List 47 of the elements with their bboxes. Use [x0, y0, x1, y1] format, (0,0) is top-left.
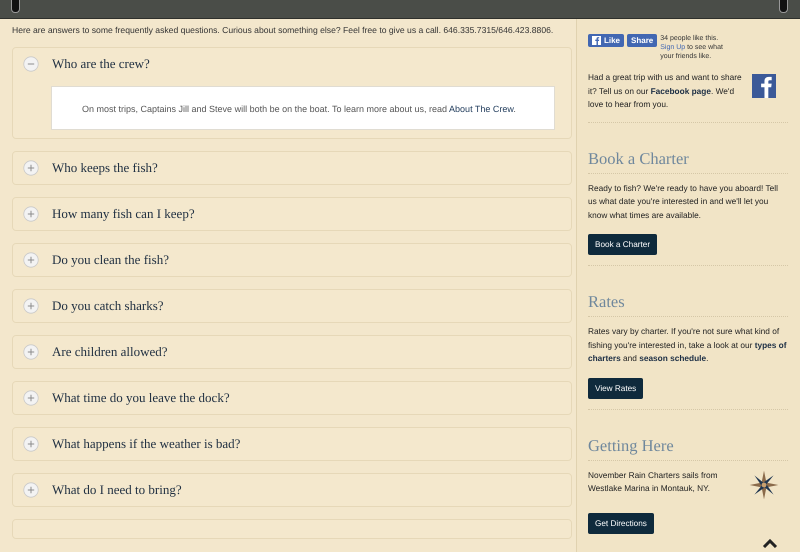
faq-item[interactable]: What time do you leave the dock? — [12, 381, 572, 415]
section-button[interactable]: Book a Charter — [588, 234, 658, 255]
section-button[interactable]: View Rates — [588, 378, 644, 398]
section-button[interactable]: Get Directions — [588, 512, 654, 534]
faq-item[interactable]: How many fish can I keep? — [12, 197, 572, 231]
plus-icon[interactable] — [23, 298, 39, 314]
facebook-text: Had a great trip with us and want to share it? Tell us on our Facebook page. We'd love to hear from you. — [588, 71, 743, 111]
intro-text: Here are answers to some frequently asked questions. Curious about something else? Feel free to give us a call. 646.335.7315/646.423.8806. — [12, 25, 554, 35]
faq-question: Do you catch sharks? — [52, 298, 164, 314]
minus-icon[interactable] — [23, 56, 39, 72]
like-button[interactable]: Like — [588, 34, 624, 47]
faq-question: Are children allowed? — [52, 344, 168, 360]
facebook-icon — [592, 36, 601, 45]
plus-icon[interactable] — [23, 436, 39, 452]
faq-item[interactable]: Who keeps the fish? — [12, 151, 572, 185]
section-text: November Rain Charters sails from Westlake Marina in Montauk, NY. — [588, 468, 719, 495]
chevron-up-icon[interactable] — [762, 538, 778, 548]
section-heading: Rates — [588, 292, 788, 317]
faq-item[interactable]: Are children allowed? — [12, 335, 572, 369]
faq-item[interactable]: Who are the crew? On most trips, Captains Jill and Steve will both be on the boat. To learn more about us, read About The Crew. — [12, 47, 572, 139]
plus-icon[interactable] — [23, 482, 39, 498]
facebook-icon[interactable] — [752, 74, 776, 98]
faq-question: What do I need to bring? — [52, 482, 182, 498]
faq-question: How many fish can I keep? — [52, 206, 195, 222]
faq-item[interactable]: Do you catch sharks? — [12, 289, 572, 323]
faq-item[interactable]: What happens if the weather is bad? — [12, 427, 572, 461]
faq-question: Who are the crew? — [52, 56, 150, 72]
plus-icon[interactable] — [23, 160, 39, 176]
section-text: Rates vary by charter. If you're not sure what kind of fishing you're interested in, take a look at our types of charters and season schedule. — [588, 325, 788, 365]
plus-icon[interactable] — [23, 252, 39, 268]
faq-item[interactable]: Do you clean the fish? — [12, 243, 572, 277]
faq-item[interactable]: What do I need to bring? — [12, 473, 572, 507]
section-text: Ready to fish? We're ready to have you aboard! Tell us what date you're interested in and we'll let you know what times are available. — [588, 182, 779, 222]
faq-question: What time do you leave the dock? — [52, 390, 230, 406]
about-crew-link[interactable]: About The Crew — [449, 104, 514, 114]
faq-question: Who keeps the fish? — [52, 160, 158, 176]
answer-text: On most trips, Captains Jill and Steve will both be on the boat. To learn more about us, read About The Crew. — [82, 104, 516, 114]
plus-icon[interactable] — [23, 206, 39, 222]
faq-question: Do you clean the fish? — [52, 252, 169, 268]
faq-question: What happens if the weather is bad? — [52, 436, 240, 452]
plus-icon[interactable] — [23, 344, 39, 360]
pin-icon — [11, 0, 20, 13]
section-heading: Book a Charter — [588, 148, 788, 174]
plus-icon[interactable] — [23, 390, 39, 406]
section-heading: Getting Here — [588, 436, 788, 460]
pin-icon — [779, 0, 788, 13]
share-button[interactable]: Share — [627, 34, 658, 47]
